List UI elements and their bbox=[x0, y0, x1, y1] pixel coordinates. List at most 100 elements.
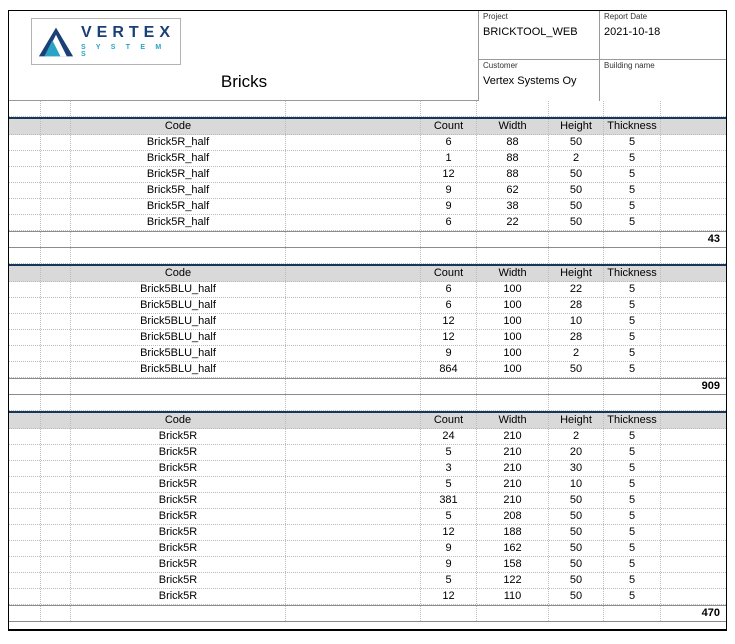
code-cell: Brick5R_half bbox=[71, 135, 286, 150]
count-cell: 12 bbox=[421, 589, 477, 604]
grid-cell bbox=[286, 557, 421, 572]
grid-cell bbox=[9, 395, 41, 410]
grid-cell bbox=[286, 135, 421, 150]
table-row: Brick5R5208505 bbox=[9, 509, 726, 525]
table-row: Brick5BLU_half6100225 bbox=[9, 282, 726, 298]
grid-cell bbox=[477, 606, 549, 621]
table-row: Brick5R9162505 bbox=[9, 541, 726, 557]
count-cell: 24 bbox=[421, 429, 477, 444]
grid-cell bbox=[9, 135, 41, 150]
count-cell: 5 bbox=[421, 477, 477, 492]
grid-cell bbox=[421, 232, 477, 247]
height-cell: 2 bbox=[549, 429, 604, 444]
width-cell: 210 bbox=[477, 493, 549, 508]
grid-cell bbox=[41, 199, 71, 214]
count-cell: 12 bbox=[421, 314, 477, 329]
grid-cell bbox=[421, 379, 477, 394]
grid-cell bbox=[286, 477, 421, 492]
grid-cell bbox=[661, 282, 726, 297]
table-total-row: 43 bbox=[9, 231, 726, 248]
grid-cell bbox=[41, 362, 71, 377]
count-cell: 9 bbox=[421, 183, 477, 198]
code-cell: Brick5R bbox=[71, 493, 286, 508]
table-header-row: CodeCountWidthHeightThickness bbox=[9, 264, 726, 282]
thickness-cell: 5 bbox=[604, 151, 661, 166]
vertex-logo: VERTEX S Y S T E M S bbox=[31, 18, 181, 65]
grid-cell bbox=[477, 101, 549, 116]
table-row: Brick5R5210205 bbox=[9, 445, 726, 461]
grid-cell bbox=[604, 232, 661, 247]
height-cell: 50 bbox=[549, 183, 604, 198]
grid-cell bbox=[604, 379, 661, 394]
height-cell: 50 bbox=[549, 199, 604, 214]
grid-cell bbox=[661, 573, 726, 588]
grid-cell bbox=[286, 330, 421, 345]
grid-cell bbox=[9, 589, 41, 604]
width-cell: 210 bbox=[477, 445, 549, 460]
grid-cell bbox=[286, 606, 421, 621]
report-body: CodeCountWidthHeightThickness Brick5R_hal… bbox=[9, 101, 726, 622]
thickness-cell: 5 bbox=[604, 477, 661, 492]
code-cell: Brick5BLU_half bbox=[71, 330, 286, 345]
table-row: Brick5R12110505 bbox=[9, 589, 726, 605]
grid-cell bbox=[41, 215, 71, 230]
count-cell: 864 bbox=[421, 362, 477, 377]
grid-cell bbox=[41, 525, 71, 540]
table-row: Brick5R2421025 bbox=[9, 429, 726, 445]
grid-cell bbox=[71, 395, 286, 410]
total-cell: 909 bbox=[661, 379, 726, 394]
grid-cell bbox=[286, 461, 421, 476]
table-row: Brick5BLU_half910025 bbox=[9, 346, 726, 362]
grid-cell bbox=[549, 395, 604, 410]
table-row: Brick5BLU_half864100505 bbox=[9, 362, 726, 378]
grid-cell bbox=[421, 606, 477, 621]
code-cell: Brick5BLU_half bbox=[71, 314, 286, 329]
grid-cell bbox=[9, 248, 41, 263]
code-cell: Brick5R bbox=[71, 429, 286, 444]
width-cell: 100 bbox=[477, 346, 549, 361]
grid-cell bbox=[9, 379, 41, 394]
grid-cell bbox=[41, 429, 71, 444]
code-cell: Brick5BLU_half bbox=[71, 362, 286, 377]
grid-cell bbox=[41, 232, 71, 247]
table-row: Brick5BLU_half12100285 bbox=[9, 330, 726, 346]
grid-cell bbox=[71, 232, 286, 247]
grid-cell bbox=[9, 330, 41, 345]
grid-cell bbox=[661, 330, 726, 345]
grid-cell bbox=[477, 248, 549, 263]
height-cell: 50 bbox=[549, 215, 604, 230]
grid-cell bbox=[286, 525, 421, 540]
grid-cell bbox=[286, 509, 421, 524]
code-cell: Brick5BLU_half bbox=[71, 282, 286, 297]
project-label: Project bbox=[483, 12, 595, 21]
count-cell: 6 bbox=[421, 215, 477, 230]
grid-cell bbox=[604, 248, 661, 263]
table-row: Brick5R_half622505 bbox=[9, 215, 726, 231]
count-cell: 12 bbox=[421, 167, 477, 182]
grid-cell bbox=[41, 135, 71, 150]
thickness-cell: 5 bbox=[604, 314, 661, 329]
grid-cell bbox=[421, 101, 477, 116]
grid-cell bbox=[71, 606, 286, 621]
grid-cell bbox=[41, 395, 71, 410]
table-row: Brick5R12188505 bbox=[9, 525, 726, 541]
table-row: Brick5R_half962505 bbox=[9, 183, 726, 199]
customer-field: Customer Vertex Systems Oy bbox=[479, 59, 599, 101]
grid-cell bbox=[286, 151, 421, 166]
table-total-row: 470 bbox=[9, 605, 726, 622]
grid-cell bbox=[286, 167, 421, 182]
grid-cell bbox=[549, 379, 604, 394]
grid-cell bbox=[549, 606, 604, 621]
header-fields: Project BRICKTOOL_WEB Report Date 2021-1… bbox=[478, 11, 726, 101]
thickness-cell: 5 bbox=[604, 493, 661, 508]
grid-cell bbox=[661, 248, 726, 263]
column-header-cell: Width bbox=[477, 413, 549, 428]
height-cell: 2 bbox=[549, 151, 604, 166]
code-cell: Brick5R bbox=[71, 477, 286, 492]
grid-cell bbox=[41, 346, 71, 361]
column-header-cell: Thickness bbox=[604, 119, 661, 134]
height-cell: 50 bbox=[549, 589, 604, 604]
grid-cell bbox=[661, 119, 726, 134]
grid-cell bbox=[286, 413, 421, 428]
grid-cell bbox=[9, 215, 41, 230]
